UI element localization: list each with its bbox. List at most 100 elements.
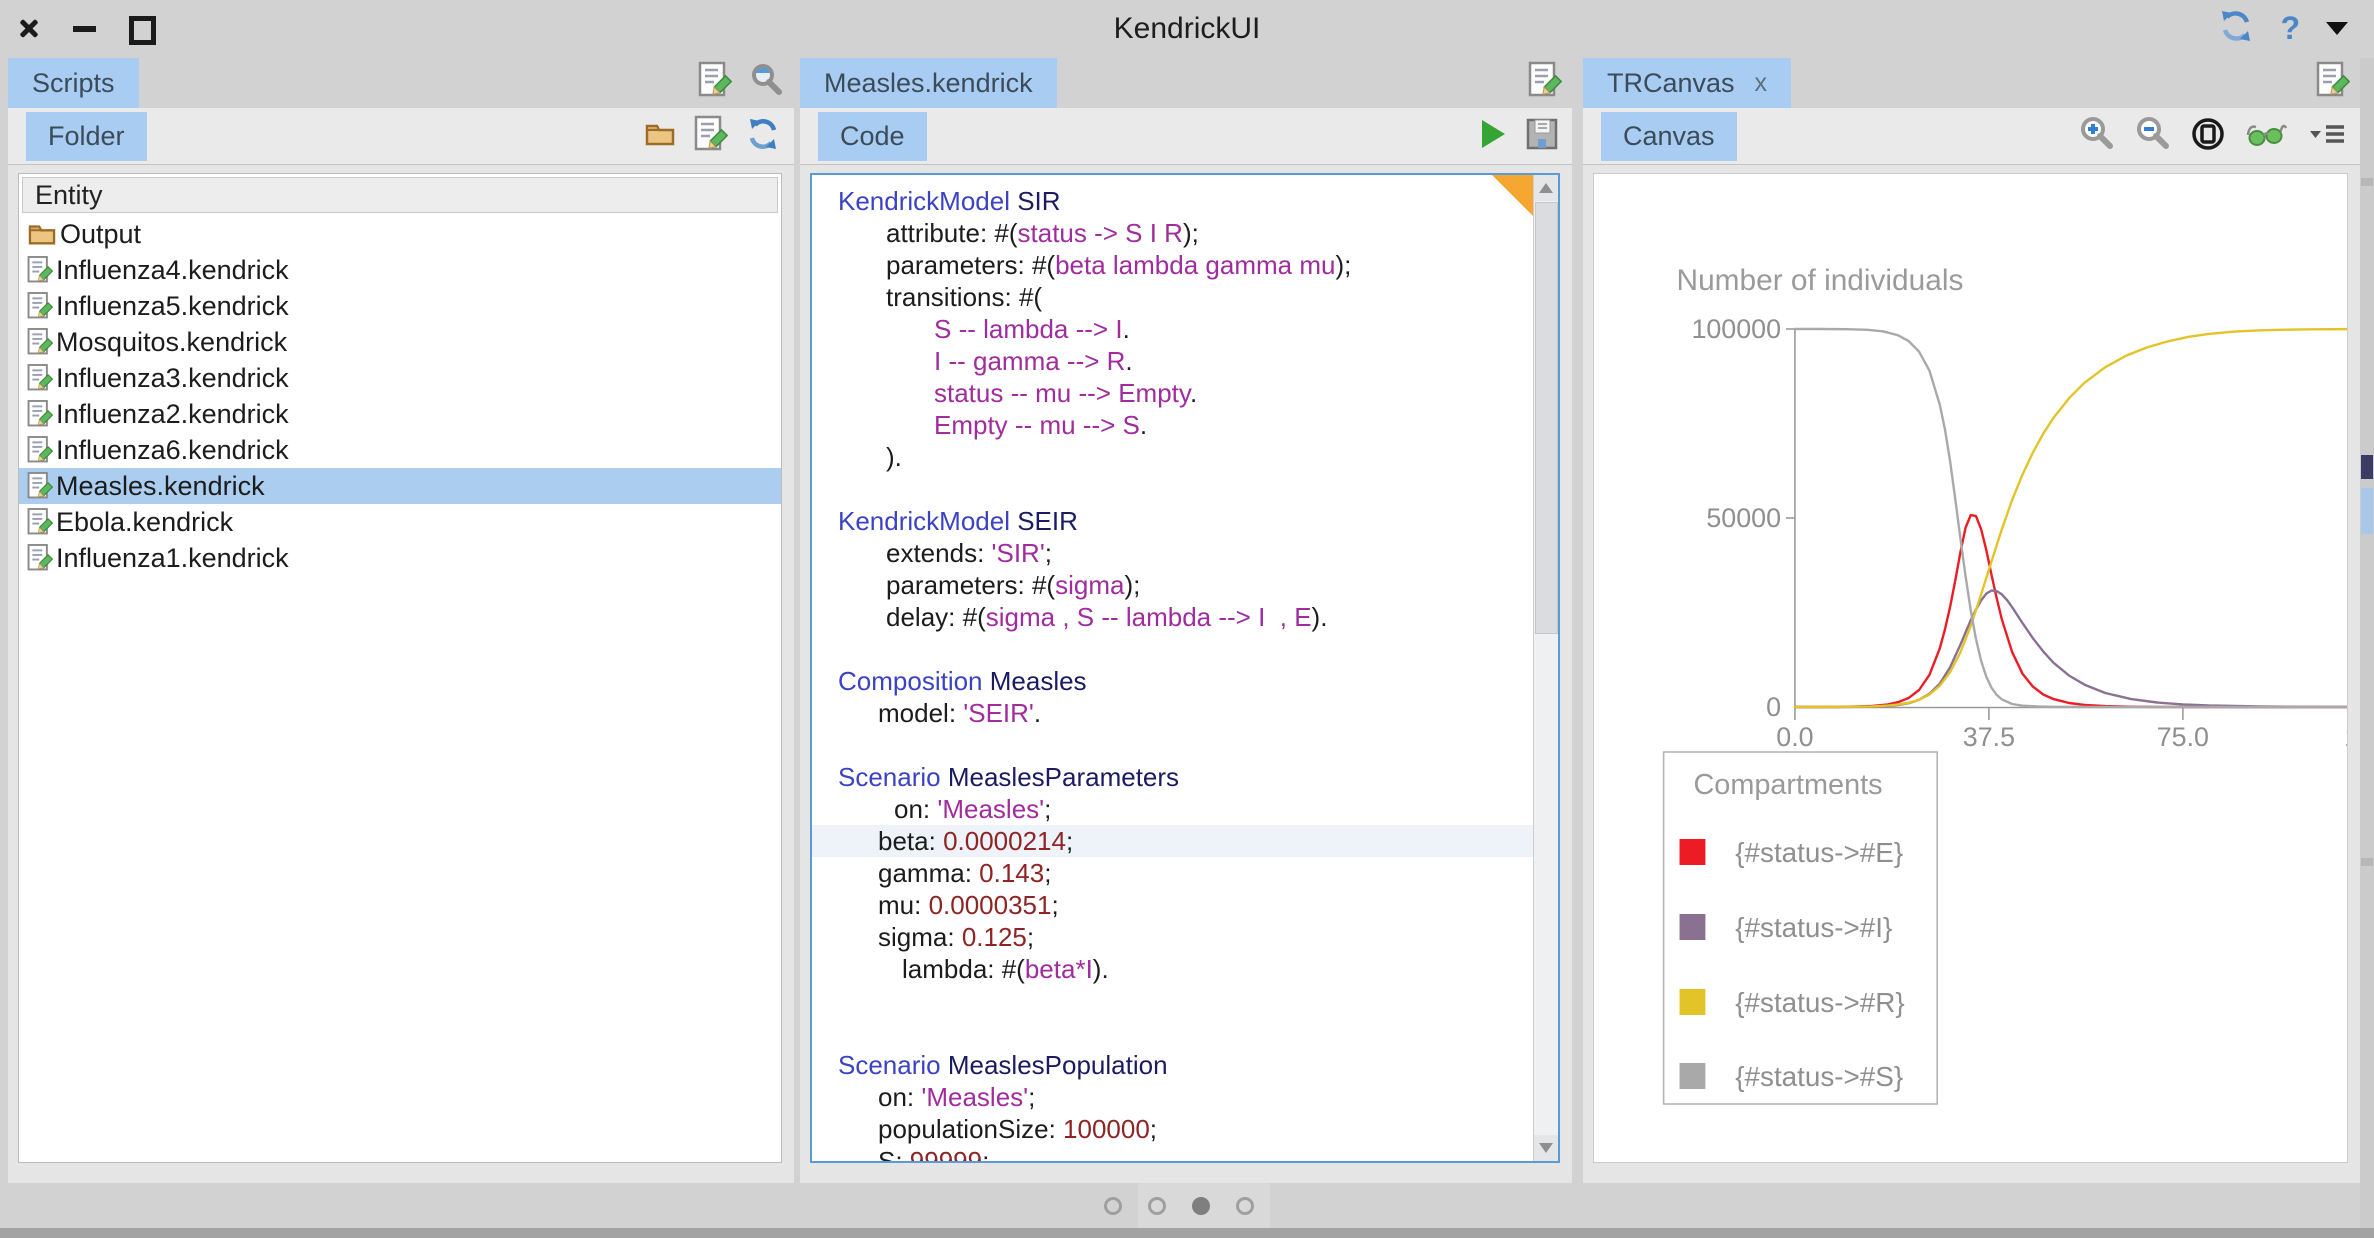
kendrickui-window: { "titlebar": { "title": "KendrickUI", "… [0, 0, 2374, 1238]
right-edge-scrollbar[interactable] [2360, 58, 2374, 1228]
svg-text:{#status->#R}: {#status->#R} [1735, 987, 1904, 1018]
list-item-label: Influenza2.kendrick [56, 399, 289, 430]
zoom-out-icon[interactable] [2134, 115, 2172, 158]
pager-dot[interactable] [1104, 1197, 1122, 1215]
help-icon[interactable]: ? [2280, 10, 2300, 47]
refresh-icon[interactable] [746, 117, 780, 156]
code-line [812, 473, 1534, 505]
run-play-icon[interactable] [1478, 117, 1508, 156]
inspect-magnifier-icon[interactable] [748, 62, 784, 103]
gutter-thumb[interactable] [2361, 488, 2373, 534]
code-line: Scenario MeaslesParameters [812, 761, 1534, 793]
save-icon[interactable] [1526, 118, 1558, 155]
code-line: model: 'SEIR'. [812, 697, 1534, 729]
pager-dot[interactable] [1148, 1197, 1166, 1215]
tab-close-icon[interactable]: x [1751, 69, 1768, 98]
code-line: on: 'Measles'; [812, 1081, 1534, 1113]
list-item[interactable]: Influenza2.kendrick [19, 396, 781, 432]
subtab-canvas-label: Canvas [1623, 121, 1715, 151]
entity-header-label: Entity [35, 180, 103, 211]
gutter-notch [2361, 178, 2373, 186]
tab-trcanvas-label: TRCanvas [1607, 68, 1735, 99]
svg-text:0.0: 0.0 [1776, 722, 1813, 752]
list-item[interactable]: Influenza6.kendrick [19, 432, 781, 468]
edit-script-icon[interactable] [694, 115, 728, 158]
list-item-label: Influenza6.kendrick [56, 435, 289, 466]
list-item-label: Ebola.kendrick [56, 507, 233, 538]
gutter-marker-dark [2361, 455, 2373, 479]
svg-text:50000: 50000 [1706, 503, 1781, 533]
code-line: Scenario MeaslesPopulation [812, 1049, 1534, 1081]
edit-script-icon[interactable] [1528, 61, 1562, 104]
list-item[interactable]: Output [19, 216, 781, 252]
scroll-down-icon[interactable] [1534, 1135, 1558, 1161]
sync-icon[interactable] [2218, 8, 2254, 49]
list-item[interactable]: Ebola.kendrick [19, 504, 781, 540]
list-item-label: Influenza3.kendrick [56, 363, 289, 394]
script-file-icon [27, 362, 53, 394]
gutter-notch [2361, 858, 2373, 866]
code-editor[interactable]: KendrickModel SIRattribute: #(status -> … [810, 173, 1560, 1163]
code-line: KendrickModel SIR [812, 185, 1534, 217]
code-line: S -- lambda --> I. [812, 313, 1534, 345]
code-line: attribute: #(status -> S I R); [812, 217, 1534, 249]
code-line: gamma: 0.143; [812, 857, 1534, 889]
script-file-icon [27, 506, 53, 538]
pager-dot[interactable] [1192, 1197, 1210, 1215]
measles-panel: Measles.kendrick Code [800, 58, 1572, 1183]
edit-script-icon[interactable] [2316, 61, 2350, 104]
chart: Number of individuals0500001000000.037.5… [1594, 174, 2347, 1162]
tab-scripts-label: Scripts [32, 68, 115, 99]
code-line: S: 99999; [812, 1145, 1534, 1163]
menu-caret-icon[interactable] [2326, 22, 2348, 35]
list-item-label: Influenza4.kendrick [56, 255, 289, 286]
list-item[interactable]: Mosquitos.kendrick [19, 324, 781, 360]
code-line: beta: 0.0000214; [812, 825, 1534, 857]
code-line: KendrickModel SEIR [812, 505, 1534, 537]
scrollbar-thumb[interactable] [1535, 202, 1558, 634]
script-file-icon [27, 290, 53, 322]
list-item[interactable]: Measles.kendrick [19, 468, 781, 504]
list-item-label: Measles.kendrick [56, 471, 265, 502]
svg-text:{#status->#E}: {#status->#E} [1735, 837, 1903, 868]
script-file-icon [27, 434, 53, 466]
subtab-canvas[interactable]: Canvas [1601, 112, 1737, 161]
code-line: Composition Measles [812, 665, 1534, 697]
code-line: on: 'Measles'; [812, 793, 1534, 825]
list-item[interactable]: Influenza1.kendrick [19, 540, 781, 576]
editor-scrollbar[interactable] [1533, 175, 1558, 1161]
list-item[interactable]: Influenza3.kendrick [19, 360, 781, 396]
code-line: delay: #(sigma , S -- lambda --> I , E). [812, 601, 1534, 633]
code-line [812, 729, 1534, 761]
fit-view-icon[interactable] [2190, 116, 2226, 157]
subtab-code-label: Code [840, 121, 905, 151]
code-line: status -- mu --> Empty. [812, 377, 1534, 409]
chart-canvas[interactable]: Number of individuals0500001000000.037.5… [1593, 173, 2348, 1163]
zoom-in-icon[interactable] [2078, 115, 2116, 158]
folder-icon[interactable] [644, 120, 676, 153]
script-file-icon [27, 398, 53, 430]
script-file-icon [27, 254, 53, 286]
svg-text:75.0: 75.0 [2157, 722, 2209, 752]
tab-trcanvas[interactable]: TRCanvas x [1583, 58, 1791, 108]
scroll-up-icon[interactable] [1534, 175, 1558, 201]
code-line: lambda: #(beta*I). [812, 953, 1534, 985]
code-line: ). [812, 441, 1534, 473]
list-item-label: Influenza5.kendrick [56, 291, 289, 322]
svg-text:0: 0 [1766, 692, 1781, 722]
pager-dot[interactable] [1236, 1197, 1254, 1215]
svg-text:{#status->#S}: {#status->#S} [1735, 1061, 1903, 1092]
subtab-folder[interactable]: Folder [26, 112, 147, 161]
edit-script-icon[interactable] [698, 61, 732, 104]
code-line: transitions: #( [812, 281, 1534, 313]
tab-measles-kendrick[interactable]: Measles.kendrick [800, 58, 1057, 108]
folder-icon [27, 221, 57, 247]
list-item[interactable]: Influenza4.kendrick [19, 252, 781, 288]
list-item[interactable]: Influenza5.kendrick [19, 288, 781, 324]
tab-scripts[interactable]: Scripts [8, 58, 139, 108]
code-line: Empty -- mu --> S. [812, 409, 1534, 441]
subtab-code[interactable]: Code [818, 112, 927, 161]
glasses-inspect-icon[interactable] [2244, 119, 2288, 154]
unsaved-corner-marker [1492, 175, 1534, 217]
menu-list-icon[interactable] [2306, 120, 2346, 153]
